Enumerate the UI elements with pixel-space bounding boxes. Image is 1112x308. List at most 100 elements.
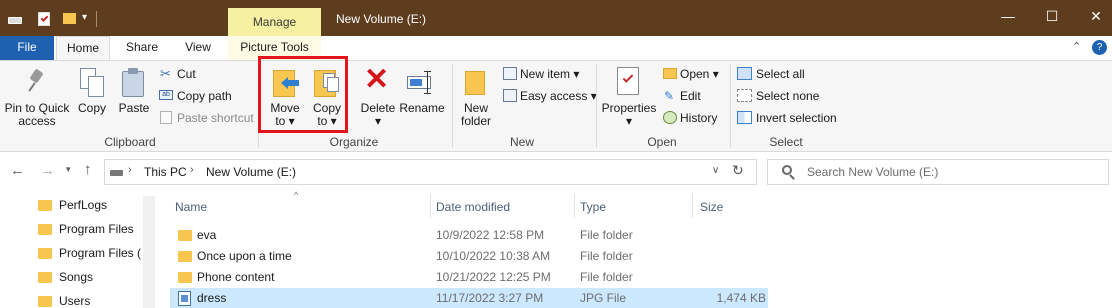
folder-icon bbox=[38, 296, 52, 307]
nav-item-program-files[interactable]: Program Files bbox=[59, 218, 134, 240]
title-bar bbox=[0, 0, 1112, 36]
file-type: JPG File bbox=[580, 291, 627, 305]
file-name: eva bbox=[197, 228, 217, 242]
address-bar[interactable] bbox=[104, 159, 757, 185]
close-button[interactable]: ✕ bbox=[1076, 8, 1112, 25]
breadcrumb-separator-icon[interactable]: › bbox=[190, 164, 194, 176]
image-file-icon bbox=[178, 291, 191, 306]
file-name: Once upon a time bbox=[197, 249, 292, 263]
ribbon-separator bbox=[452, 64, 453, 148]
rename-button[interactable]: Rename bbox=[398, 102, 446, 115]
copy-button[interactable]: Copy bbox=[74, 102, 110, 115]
properties-dropdown-arrow: ▾ bbox=[625, 114, 633, 128]
new-folder-quick-icon[interactable] bbox=[63, 13, 76, 24]
cut-button[interactable]: Cut bbox=[177, 65, 196, 83]
copy-icon bbox=[80, 68, 106, 98]
folder-icon bbox=[178, 251, 192, 262]
select-all-button[interactable]: Select all bbox=[756, 65, 805, 83]
file-size: 1,474 KB bbox=[716, 291, 766, 305]
pin-to-quick-access-button[interactable]: Pin to Quick access bbox=[2, 102, 72, 128]
file-type: File folder bbox=[580, 228, 633, 242]
file-type: File folder bbox=[580, 270, 633, 284]
forward-arrow-icon[interactable]: → bbox=[40, 162, 55, 179]
address-history-icon[interactable]: ∨ bbox=[712, 165, 719, 176]
file-row[interactable]: Phone content 10/21/2022 12:25 PM File f… bbox=[170, 267, 768, 288]
new-folder-button[interactable]: New folder bbox=[456, 102, 496, 128]
tab-share[interactable]: Share bbox=[116, 36, 168, 60]
breadcrumb-this-pc[interactable]: This PC bbox=[144, 165, 187, 179]
column-header-name[interactable]: Name bbox=[175, 198, 207, 216]
file-row-selected[interactable]: dress 11/17/2022 3:27 PM JPG File 1,474 … bbox=[170, 288, 768, 308]
clipboard-group-label: Clipboard bbox=[104, 135, 156, 149]
edit-icon: ✎ bbox=[664, 89, 675, 103]
nav-item-songs[interactable]: Songs bbox=[59, 266, 93, 288]
help-icon[interactable]: ? bbox=[1092, 40, 1107, 55]
select-none-button[interactable]: Select none bbox=[756, 87, 819, 105]
file-date: 10/21/2022 12:25 PM bbox=[436, 270, 551, 284]
new-group-label: New bbox=[509, 135, 534, 149]
select-all-icon bbox=[737, 67, 752, 80]
folder-icon bbox=[178, 230, 192, 241]
column-header-size[interactable]: Size bbox=[700, 198, 723, 216]
new-folder-icon bbox=[465, 69, 487, 95]
highlight-box bbox=[258, 56, 348, 133]
nav-item-perflogs[interactable]: PerfLogs bbox=[59, 194, 107, 216]
column-separator[interactable] bbox=[430, 194, 431, 218]
properties-button[interactable]: Properties ▾ bbox=[600, 102, 658, 128]
breadcrumb-new-volume[interactable]: New Volume (E:) bbox=[206, 165, 296, 179]
copy-path-button[interactable]: Copy path bbox=[177, 87, 232, 105]
properties-quick-icon[interactable] bbox=[38, 12, 50, 26]
file-date: 10/10/2022 10:38 AM bbox=[436, 249, 551, 263]
open-group-label: Open bbox=[647, 135, 677, 149]
back-arrow-icon[interactable]: ← bbox=[10, 162, 25, 179]
customize-quick-access-icon[interactable]: ▾ bbox=[82, 12, 87, 23]
minimize-button[interactable]: — bbox=[988, 8, 1028, 24]
paste-icon bbox=[122, 68, 146, 98]
nav-scrollbar[interactable] bbox=[143, 196, 155, 308]
collapse-ribbon-icon[interactable]: ⌃ bbox=[1072, 40, 1081, 53]
title-separator bbox=[96, 11, 97, 27]
easy-access-button[interactable]: Easy access ▾ bbox=[520, 87, 597, 105]
folder-icon bbox=[178, 272, 192, 283]
up-arrow-icon[interactable]: ↑ bbox=[84, 161, 92, 178]
column-separator[interactable] bbox=[692, 194, 693, 218]
nav-item-program-files-x86[interactable]: Program Files ( bbox=[59, 242, 141, 264]
tab-view[interactable]: View bbox=[172, 36, 224, 60]
file-row[interactable]: eva 10/9/2022 12:58 PM File folder bbox=[170, 225, 768, 246]
file-row[interactable]: Once upon a time 10/10/2022 10:38 AM Fil… bbox=[170, 246, 768, 267]
cut-icon: ✂ bbox=[160, 66, 171, 81]
folder-icon bbox=[38, 224, 52, 235]
history-icon bbox=[663, 111, 677, 124]
refresh-icon[interactable]: ↻ bbox=[732, 162, 744, 179]
paste-button[interactable]: Paste bbox=[114, 102, 154, 115]
search-placeholder: Search New Volume (E:) bbox=[807, 165, 939, 179]
column-separator[interactable] bbox=[574, 194, 575, 218]
open-button[interactable]: Open ▾ bbox=[680, 65, 719, 83]
delete-button[interactable]: Delete ▾ bbox=[358, 102, 398, 128]
sort-arrow-icon: ^ bbox=[294, 190, 299, 200]
open-icon bbox=[663, 68, 677, 79]
invert-selection-icon bbox=[737, 111, 752, 124]
new-item-button[interactable]: New item ▾ bbox=[520, 65, 579, 83]
new-item-icon bbox=[503, 67, 517, 80]
column-header-date[interactable]: Date modified bbox=[436, 198, 510, 216]
delete-icon: ✕ bbox=[364, 63, 390, 96]
window-title: New Volume (E:) bbox=[336, 12, 427, 26]
rename-icon bbox=[407, 71, 437, 95]
history-button[interactable]: History bbox=[680, 109, 717, 127]
folder-icon bbox=[38, 272, 52, 283]
properties-icon bbox=[617, 67, 639, 95]
breadcrumb-separator-icon[interactable]: › bbox=[128, 164, 132, 176]
nav-item-users[interactable]: Users bbox=[59, 290, 90, 308]
paste-shortcut-button[interactable]: Paste shortcut bbox=[177, 109, 254, 127]
column-header-type[interactable]: Type bbox=[580, 198, 606, 216]
tab-file[interactable]: File bbox=[0, 36, 54, 60]
invert-selection-button[interactable]: Invert selection bbox=[756, 109, 837, 127]
tab-home[interactable]: Home bbox=[56, 36, 110, 61]
new-folder-label-line2: folder bbox=[460, 114, 492, 128]
recent-locations-icon[interactable]: ▾ bbox=[66, 164, 71, 175]
file-name: Phone content bbox=[197, 270, 275, 284]
file-date: 11/17/2022 3:27 PM bbox=[436, 291, 544, 305]
maximize-button[interactable]: ☐ bbox=[1032, 8, 1072, 25]
edit-button[interactable]: Edit bbox=[680, 87, 701, 105]
